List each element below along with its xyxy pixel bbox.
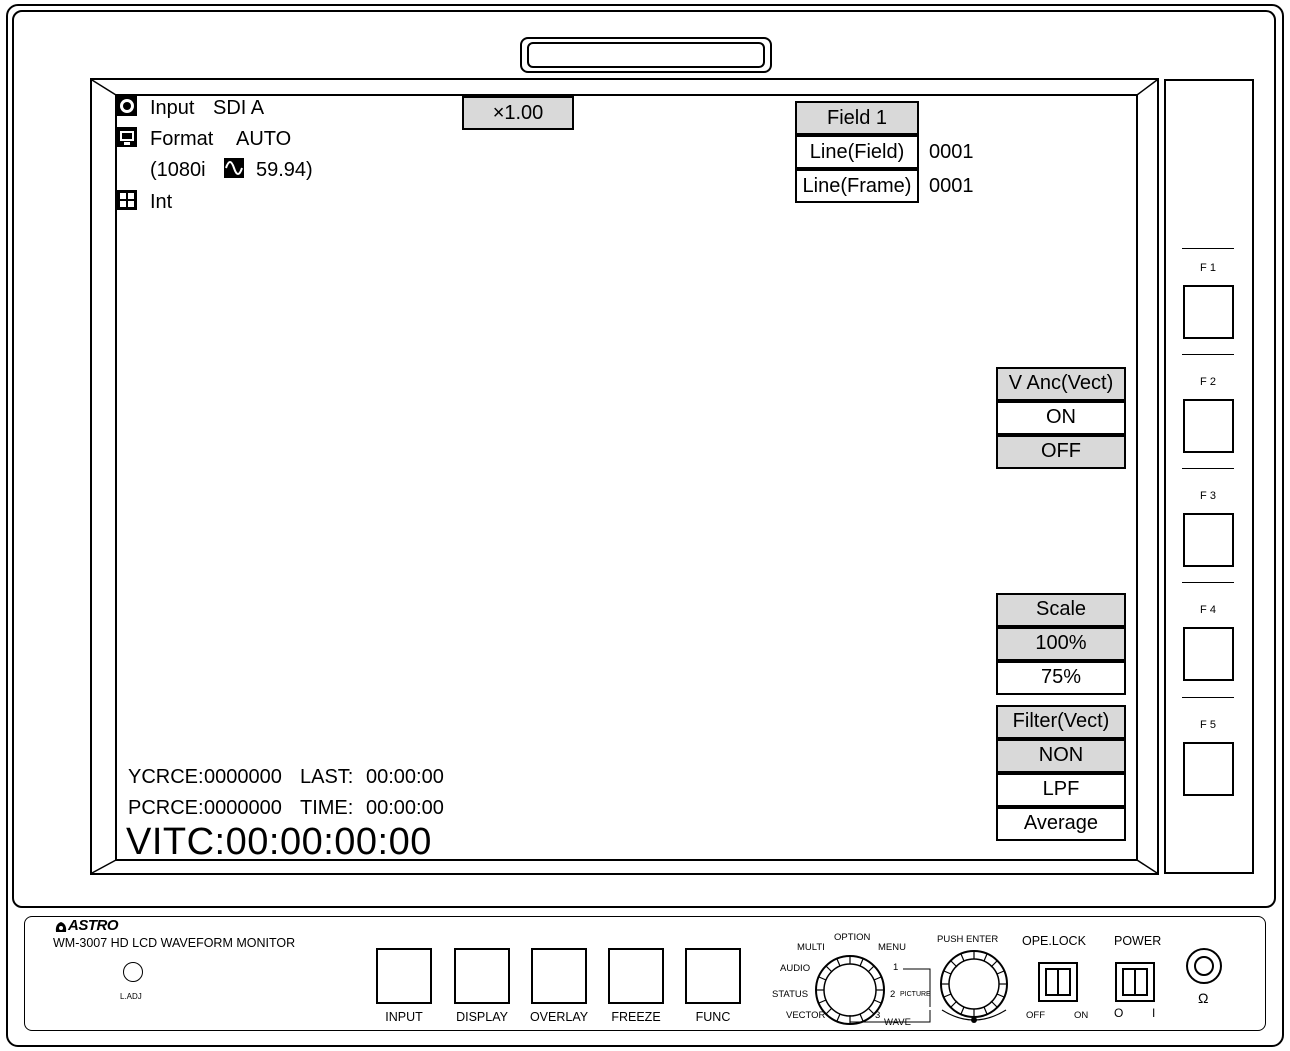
filter-option-non[interactable]: NON [996, 739, 1126, 773]
l-adj-knob[interactable] [123, 962, 143, 982]
f3-divider [1182, 468, 1234, 469]
filter-option-lpf[interactable]: LPF [996, 773, 1126, 807]
monitor-format-icon [117, 127, 137, 152]
power-label: POWER [1114, 934, 1162, 948]
display-button-label: DISPLAY [456, 1010, 508, 1024]
f5-divider [1182, 697, 1234, 698]
ope-lock-switch-divider [1057, 968, 1059, 996]
sync-grid-icon [117, 190, 137, 215]
f4-label: F 4 [1200, 604, 1216, 616]
f3-label: F 3 [1200, 490, 1216, 502]
ope-lock-label: OPE.LOCK [1022, 934, 1086, 948]
f1-label: F 1 [1200, 262, 1216, 274]
input-value: SDI A [213, 97, 265, 119]
freeze-button[interactable] [608, 948, 664, 1004]
last-value: 00:00:00 [366, 766, 444, 788]
line-field-label: Line(Field) [795, 135, 919, 169]
knob-status-label: STATUS [772, 989, 809, 1000]
line-field-value: 0001 [929, 141, 974, 163]
func-button-label: FUNC [695, 1010, 731, 1024]
headphone-jack-inner [1194, 956, 1214, 976]
f2-button[interactable] [1183, 399, 1234, 453]
f2-divider [1182, 354, 1234, 355]
power-switch-divider [1134, 968, 1136, 996]
waveform-icon [224, 158, 244, 183]
overlay-button-label: OVERLAY [529, 1010, 589, 1024]
scale-option-75[interactable]: 75% [996, 661, 1126, 695]
input-button[interactable] [376, 948, 432, 1004]
f5-label: F 5 [1200, 719, 1216, 731]
disc-icon [117, 96, 137, 121]
knob-option-label: OPTION [834, 932, 871, 943]
last-label: LAST: [300, 766, 354, 788]
filter-option-average[interactable]: Average [996, 807, 1126, 841]
ope-lock-off-label: OFF [1026, 1010, 1045, 1021]
time-value: 00:00:00 [366, 797, 444, 819]
model-name: WM-3007 HD LCD WAVEFORM MONITOR [53, 936, 296, 950]
format-detail-left: (1080i [150, 159, 206, 181]
push-enter-knob[interactable] [936, 948, 1012, 1029]
push-enter-label: PUSH ENTER [937, 934, 999, 945]
power-on-label: I [1152, 1006, 1156, 1020]
zoom-indicator: ×1.00 [462, 96, 574, 130]
knob-bracket-lines [849, 968, 931, 1023]
ycrce-label: YCRCE: [128, 766, 204, 788]
f2-label: F 2 [1200, 376, 1216, 388]
vitc-timecode: VITC:00:00:00:00 [126, 821, 432, 863]
input-label: Input [150, 97, 195, 119]
f5-button[interactable] [1183, 742, 1234, 796]
headphone-icon: Ω [1198, 990, 1209, 1006]
format-label: Format [150, 128, 214, 150]
f4-divider [1182, 582, 1234, 583]
vanc-option-on[interactable]: ON [996, 401, 1126, 435]
knob-vector-label: VECTOR [786, 1010, 826, 1021]
line-frame-value: 0001 [929, 175, 974, 197]
power-off-label: O [1114, 1006, 1124, 1020]
func-button[interactable] [685, 948, 741, 1004]
format-value: AUTO [236, 128, 292, 150]
line-frame-label: Line(Frame) [795, 169, 919, 203]
knob-menu-label: MENU [878, 942, 906, 953]
knob-multi-label: MULTI [797, 942, 825, 953]
format-detail-right: 59.94) [256, 159, 313, 181]
brand-logo: ASTRO [68, 917, 119, 934]
display-button[interactable] [454, 948, 510, 1004]
vanc-menu-title: V Anc(Vect) [996, 367, 1126, 401]
knob-audio-label: AUDIO [780, 963, 811, 974]
freeze-button-label: FREEZE [611, 1010, 661, 1024]
l-adj-label: L.ADJ [120, 992, 142, 1001]
f4-button[interactable] [1183, 627, 1234, 681]
screen-display [115, 94, 1138, 861]
filter-menu-title: Filter(Vect) [996, 705, 1126, 739]
ycrce-value: 0000000 [204, 766, 282, 788]
ope-lock-on-label: ON [1074, 1010, 1089, 1021]
pcrce-label: PCRCE: [128, 797, 204, 819]
scale-menu-title: Scale [996, 593, 1126, 627]
pcrce-value: 0000000 [204, 797, 282, 819]
sync-value: Int [150, 191, 173, 213]
input-button-label: INPUT [385, 1010, 423, 1024]
f1-divider [1182, 248, 1234, 249]
scale-option-100[interactable]: 100% [996, 627, 1126, 661]
time-label: TIME: [300, 797, 354, 819]
f1-button[interactable] [1183, 285, 1234, 339]
overlay-button[interactable] [531, 948, 587, 1004]
vanc-option-off[interactable]: OFF [996, 435, 1126, 469]
field-title[interactable]: Field 1 [795, 101, 919, 135]
f3-button[interactable] [1183, 513, 1234, 567]
